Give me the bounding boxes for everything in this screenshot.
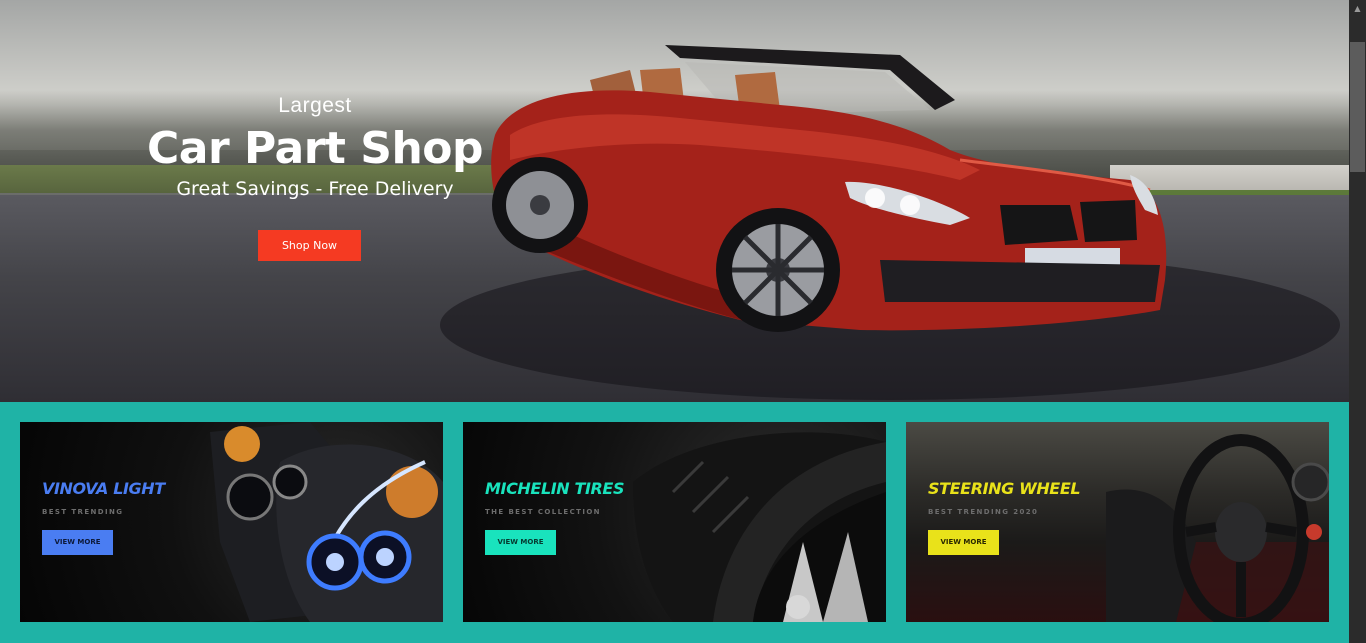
banner-title: MICHELIN TIRES — [485, 479, 625, 498]
hero-subtitle: Great Savings - Free Delivery — [176, 178, 454, 200]
hero-car-image — [491, 45, 1167, 332]
shop-now-button[interactable]: Shop Now — [258, 230, 361, 261]
banner-title: STEERING WHEEL — [928, 479, 1081, 498]
view-more-button[interactable]: VIEW MORE — [42, 530, 113, 555]
banner-title: VINOVA LIGHT — [42, 479, 165, 498]
scroll-up-arrow-icon[interactable]: ▲ — [1349, 0, 1366, 17]
banner-vinova-light[interactable]: VINOVA LIGHT BEST TRENDING VIEW MORE — [20, 422, 443, 622]
view-more-button[interactable]: VIEW MORE — [485, 530, 556, 555]
hero-text-block: Largest Car Part Shop Great Savings - Fr… — [140, 92, 490, 202]
tire-image — [633, 432, 886, 622]
banner-michelin-tires[interactable]: MICHELIN TIRES THE BEST COLLECTION VIEW … — [463, 422, 886, 622]
banner-steering-wheel[interactable]: STEERING WHEEL BEST TRENDING 2020 VIEW M… — [906, 422, 1329, 622]
headlight-image — [210, 422, 443, 622]
banner-subtitle: BEST TRENDING — [42, 508, 124, 516]
hero-title: Car Part Shop — [146, 123, 484, 174]
hero-eyebrow: Largest — [278, 94, 352, 117]
view-more-button[interactable]: VIEW MORE — [928, 530, 999, 555]
steering-wheel-image — [1106, 434, 1329, 622]
hero-slider: Largest Car Part Shop Great Savings - Fr… — [0, 0, 1349, 402]
banner-subtitle: THE BEST COLLECTION — [485, 508, 601, 516]
vertical-scrollbar[interactable]: ▲ — [1349, 0, 1366, 643]
banner-subtitle: BEST TRENDING 2020 — [928, 508, 1039, 516]
page: Largest Car Part Shop Great Savings - Fr… — [0, 0, 1349, 643]
scrollbar-thumb[interactable] — [1350, 42, 1365, 172]
